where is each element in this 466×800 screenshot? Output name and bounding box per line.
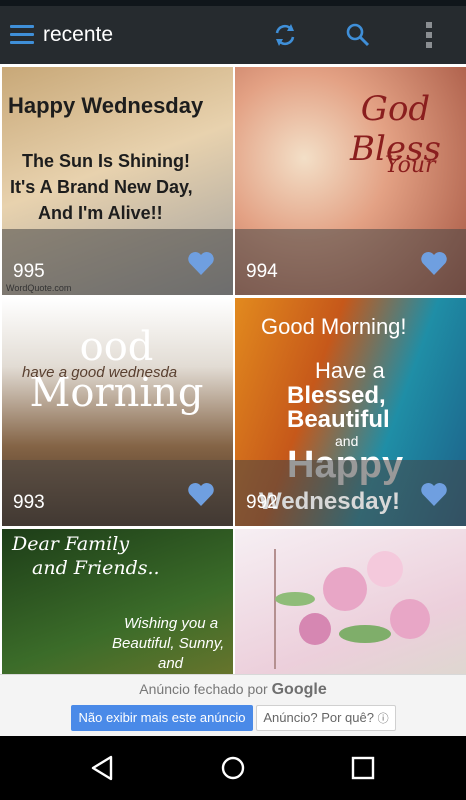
home-icon[interactable] (219, 754, 247, 782)
page-title: recente (43, 23, 114, 46)
image-text: Beautiful (287, 406, 390, 433)
grid-item[interactable]: God Bless Your 994 (235, 67, 466, 295)
image-text: Wishing you a (124, 615, 219, 632)
image-text: and (158, 655, 184, 672)
menu-icon[interactable] (10, 25, 34, 45)
image-text: Beautiful, Sunny, (112, 635, 225, 652)
back-icon[interactable] (89, 754, 117, 782)
heart-icon[interactable] (187, 250, 215, 276)
grid-item[interactable]: Happy Wednesday The Sun Is Shining! It's… (2, 67, 233, 295)
refresh-icon[interactable] (270, 20, 300, 50)
stop-seeing-ad-button[interactable]: Não exibir mais este anúncio (71, 705, 253, 731)
heart-icon[interactable] (187, 481, 215, 507)
image-text: Good Morning! (261, 314, 407, 339)
recents-icon[interactable] (349, 754, 377, 782)
image-text: Dear Family (12, 533, 130, 555)
image-credit: WordQuote.com (6, 283, 72, 293)
grid-item[interactable] (235, 529, 466, 674)
image-count: 994 (246, 261, 278, 282)
image-text: Your (385, 153, 436, 178)
image-text: The Sun Is Shining! (22, 151, 190, 171)
image-count: 992 (246, 492, 278, 513)
image-count: 993 (13, 492, 45, 513)
app-bar: recente (0, 6, 466, 64)
navigation-bar (0, 736, 466, 800)
why-this-ad-button[interactable]: Anúncio? Por quê? ⓘ (256, 705, 396, 731)
image-text: have a good wednesda (22, 364, 178, 381)
image-text: Wednesday! (259, 488, 400, 515)
ad-bar: Anúncio fechado por Google Não exibir ma… (0, 674, 466, 737)
heart-icon[interactable] (420, 481, 448, 507)
why-this-ad-label: Anúncio? Por quê? (263, 710, 374, 725)
image-count: 995 (13, 261, 45, 282)
flower-illustration (274, 549, 430, 669)
info-icon: ⓘ (377, 713, 389, 725)
grid-item[interactable]: Dear Family and Friends.. Wishing you a … (2, 529, 233, 674)
ad-closed-notice: Anúncio fechado por Google (0, 681, 466, 699)
image-text: Happy Wednesday (8, 93, 204, 118)
image-text: and Friends.. (32, 557, 160, 579)
image-grid: Happy Wednesday The Sun Is Shining! It's… (0, 64, 466, 674)
search-icon[interactable] (343, 20, 373, 50)
more-vert-icon[interactable] (414, 20, 444, 50)
grid-item[interactable]: ood Morning have a good wednesda 993 (2, 298, 233, 526)
heart-icon[interactable] (420, 250, 448, 276)
image-text: Have a (315, 358, 385, 383)
ad-closed-text: Anúncio fechado por (139, 681, 268, 697)
image-text: It's A Brand New Day, (10, 177, 193, 197)
grid-item[interactable]: Good Morning! Have a Blessed, Beautiful … (235, 298, 466, 526)
google-logo: Google (271, 681, 327, 698)
image-text: And I'm Alive!! (38, 203, 163, 223)
